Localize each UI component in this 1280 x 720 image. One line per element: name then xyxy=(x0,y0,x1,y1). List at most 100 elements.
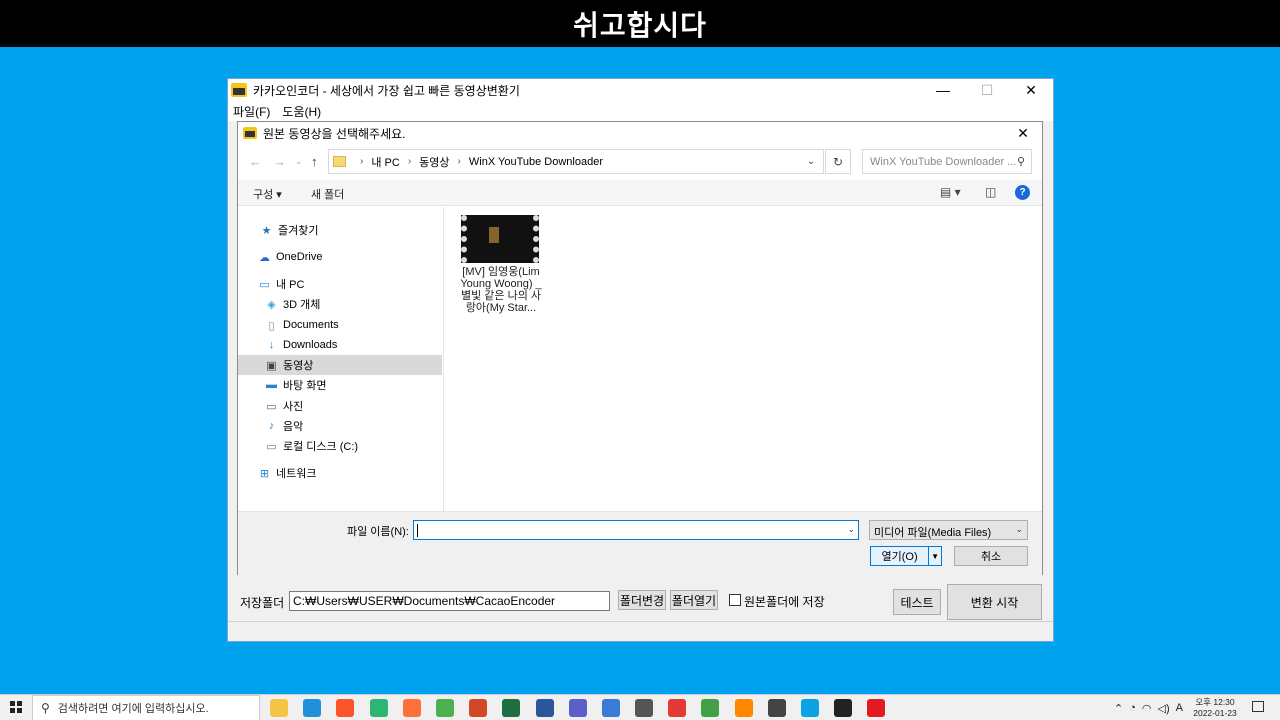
new-folder-button[interactable]: 새 폴더 xyxy=(311,186,344,202)
chevron-down-icon[interactable]: ⌄ xyxy=(847,524,855,535)
app-icon[interactable] xyxy=(635,699,654,717)
save-folder-input[interactable]: C:₩Users₩USER₩Documents₩CacaoEncoder xyxy=(289,591,610,611)
sidebar-item-local-disk[interactable]: ▭ 로컬 디스크 (C:) xyxy=(238,436,442,456)
sidebar-item-pictures[interactable]: ▭ 사진 xyxy=(238,396,442,416)
chrome-icon[interactable] xyxy=(435,699,454,717)
video-thumbnail[interactable] xyxy=(461,215,539,263)
convert-start-button[interactable]: 변환 시작 xyxy=(947,584,1042,620)
sidebar-item-my-pc[interactable]: ▭ 내 PC xyxy=(238,274,442,294)
dialog-bottom-bar: 파일 이름(N): ⌄ 미디어 파일(Media Files) ⌄ 열기(O) … xyxy=(238,511,1042,576)
sidebar-item-label: Downloads xyxy=(283,339,338,351)
file-item-name[interactable]: [MV] 임영웅(Lim Young Woong) _ 별빛 같은 나의 사랑아… xyxy=(458,266,544,314)
sidebar-item-label: 동영상 xyxy=(283,360,314,372)
preview-pane-icon[interactable]: ◫ xyxy=(985,185,996,199)
music-icon: ♪ xyxy=(268,420,275,432)
app-statusbar xyxy=(228,621,1053,643)
navigation-row: ← → ⌄ ↑ › 내 PC › 동영상 › WinX YouTube Down… xyxy=(238,146,1042,178)
sidebar-item-videos[interactable]: ▣ 동영상 xyxy=(238,355,442,375)
back-arrow-icon[interactable]: ← xyxy=(249,154,262,169)
forward-arrow-icon[interactable]: → xyxy=(273,154,286,169)
app-icon[interactable] xyxy=(801,699,819,717)
app-icon[interactable] xyxy=(568,699,587,717)
breadcrumb-winx[interactable]: WinX YouTube Downloader xyxy=(469,156,603,168)
open-button[interactable]: 열기(O) ▼ xyxy=(870,546,942,566)
powerpoint-icon[interactable] xyxy=(469,699,488,717)
sidebar-item-onedrive[interactable]: ☁ OneDrive xyxy=(238,247,442,267)
dialog-close-button[interactable]: ✕ xyxy=(1008,122,1038,144)
minimize-button[interactable]: — xyxy=(921,79,965,101)
open-folder-button[interactable]: 폴더열기 xyxy=(670,590,718,610)
menu-file[interactable]: 파일(F) xyxy=(233,103,270,120)
search-input[interactable]: WinX YouTube Downloader ... ⚲ xyxy=(862,149,1032,174)
file-list: [MV] 임영웅(Lim Young Woong) _ 별빛 같은 나의 사랑아… xyxy=(444,207,1042,511)
filetype-value: 미디어 파일(Media Files) xyxy=(874,527,992,539)
sidebar-item-label: 네트워크 xyxy=(276,468,317,480)
windows-start-icon[interactable] xyxy=(10,701,22,713)
navigation-pane: ★ 즐겨찾기 ☁ OneDrive ▭ 내 PC ◈ 3D 개체 ▯ Docum… xyxy=(238,207,442,511)
speaker-icon[interactable]: ◁) xyxy=(1157,702,1169,715)
sidebar-item-music[interactable]: ♪ 음악 xyxy=(238,416,442,436)
maximize-button[interactable]: ☐ xyxy=(965,79,1009,101)
menu-help[interactable]: 도움(H) xyxy=(282,103,321,120)
ime-indicator[interactable]: A xyxy=(1176,702,1183,714)
app-icon[interactable] xyxy=(701,699,720,717)
sidebar-item-label: 바탕 화면 xyxy=(283,380,327,392)
save-in-source-checkbox[interactable] xyxy=(729,594,741,606)
close-button[interactable]: ✕ xyxy=(1009,79,1053,101)
filename-input[interactable]: ⌄ xyxy=(413,520,859,540)
taskbar-apps xyxy=(270,699,901,717)
banner-text: 쉬고합시다 xyxy=(573,8,707,42)
vlc-icon[interactable] xyxy=(734,699,753,717)
refresh-icon[interactable]: ↻ xyxy=(825,149,851,174)
help-icon[interactable]: ? xyxy=(1015,185,1030,200)
breadcrumb-my-pc[interactable]: 내 PC xyxy=(371,154,399,170)
open-dropdown-arrow-icon[interactable]: ▼ xyxy=(928,547,941,565)
sidebar-item-label: 3D 개체 xyxy=(283,299,321,311)
chevron-down-icon: ⌄ xyxy=(1015,524,1023,534)
edge-icon[interactable] xyxy=(303,699,322,717)
firefox-icon[interactable] xyxy=(402,699,421,717)
chevron-down-icon[interactable]: ⌄ xyxy=(799,150,823,173)
change-folder-button[interactable]: 폴더변경 xyxy=(618,590,666,610)
taskbar-clock[interactable]: 오후 12:30 2022-01-23 xyxy=(1190,697,1240,719)
up-arrow-icon[interactable]: ↑ xyxy=(311,154,318,169)
notification-center-icon[interactable] xyxy=(1252,701,1264,712)
file-explorer-icon[interactable] xyxy=(270,699,288,717)
app-icon[interactable] xyxy=(601,699,620,717)
word-icon[interactable] xyxy=(535,699,554,717)
taskbar-search-input[interactable]: ⚲ 검색하려면 여기에 입력하십시오. xyxy=(32,695,260,720)
open-button-label: 열기(O) xyxy=(881,551,918,563)
app-icon[interactable] xyxy=(369,699,388,717)
save-folder-label: 저장폴더 xyxy=(240,596,285,610)
filetype-select[interactable]: 미디어 파일(Media Files) ⌄ xyxy=(869,520,1028,540)
recent-chevron-icon[interactable]: ⌄ xyxy=(295,156,303,167)
sidebar-item-quick-access[interactable]: ★ 즐겨찾기 xyxy=(238,220,442,240)
search-icon: ⚲ xyxy=(1016,156,1025,168)
filename-label: 파일 이름(N): xyxy=(347,526,409,538)
address-bar[interactable]: › 내 PC › 동영상 › WinX YouTube Downloader ⌄ xyxy=(328,149,824,174)
top-banner: 쉬고합시다 xyxy=(0,0,1280,47)
chevron-up-icon[interactable]: ⌃ xyxy=(1114,702,1123,715)
app-titlebar: 카카오인코더 - 세상에서 가장 쉽고 빠른 동영상변환기 — ☐ ✕ xyxy=(228,79,1053,101)
excel-icon[interactable] xyxy=(502,699,521,717)
sidebar-item-network[interactable]: ⊞ 네트워크 xyxy=(238,463,442,483)
sidebar-item-downloads[interactable]: ↓ Downloads xyxy=(238,335,442,355)
text-caret xyxy=(417,524,418,537)
sidebar-item-desktop[interactable]: ▬ 바탕 화면 xyxy=(238,375,442,395)
sticky-notes-icon[interactable] xyxy=(834,699,853,717)
app-icon[interactable] xyxy=(668,699,687,717)
breadcrumb-videos[interactable]: 동영상 xyxy=(419,154,449,170)
calculator-icon[interactable] xyxy=(767,699,786,717)
brave-icon[interactable] xyxy=(336,699,355,717)
sidebar-item-3d-objects[interactable]: ◈ 3D 개체 xyxy=(238,294,442,314)
view-options-icon[interactable]: ▤ ▾ xyxy=(940,185,961,199)
test-button[interactable]: 테스트 xyxy=(893,589,941,615)
opera-icon[interactable] xyxy=(867,699,886,717)
download-icon: ↓ xyxy=(268,339,275,351)
cancel-button[interactable]: 취소 xyxy=(954,546,1028,566)
network-status-icon[interactable]: ◔ xyxy=(1129,702,1136,714)
organize-button[interactable]: 구성 ▾ xyxy=(253,186,282,202)
computer-icon: ▭ xyxy=(259,278,270,291)
wifi-icon[interactable]: ◠ xyxy=(1142,702,1152,715)
sidebar-item-documents[interactable]: ▯ Documents xyxy=(238,315,442,335)
